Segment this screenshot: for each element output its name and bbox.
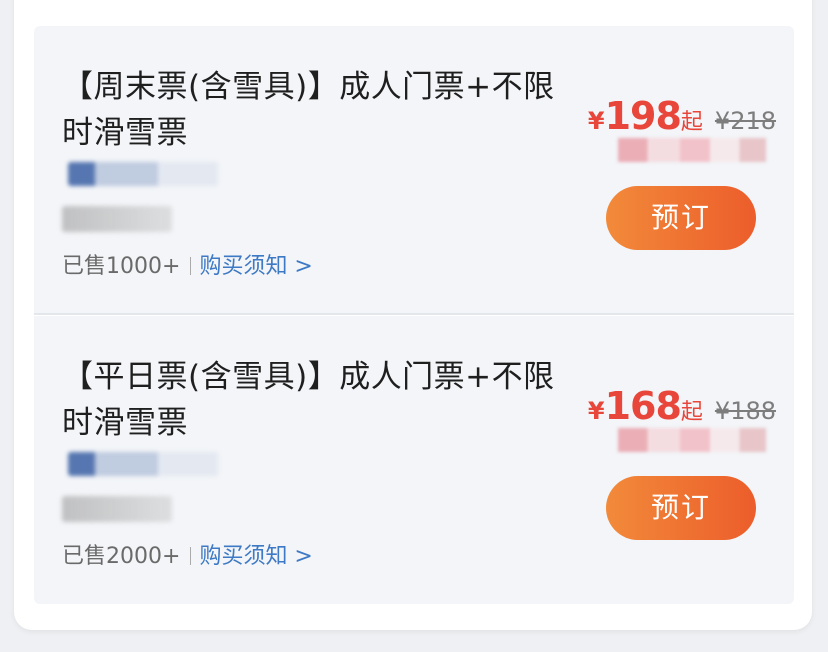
sold-count: 已售1000+ — [62, 254, 181, 279]
card-divider — [34, 313, 794, 315]
sold-info: 已售2000+ 购买须知 > — [62, 542, 313, 572]
price-amount: 198 — [604, 94, 682, 138]
purchase-notice-link[interactable]: 购买须知 > — [199, 254, 312, 279]
ticket-title: 【平日票(含雪具)】成人门票+不限时滑雪票 — [62, 359, 555, 441]
ticket-title: 【周末票(含雪具)】成人门票+不限时滑雪票 — [62, 69, 555, 151]
price-suffix: 起 — [680, 400, 703, 425]
price-amount: 168 — [604, 384, 682, 428]
blurred-discount-info — [618, 138, 766, 162]
price-block: ¥198起 ¥218 — [588, 94, 776, 138]
separator — [190, 257, 192, 275]
blurred-date-info — [68, 162, 218, 186]
sold-info: 已售1000+ 购买须知 > — [62, 252, 313, 282]
blurred-refund-info — [62, 206, 172, 232]
book-button[interactable]: 预订 — [606, 476, 756, 540]
ticket-card-weekday[interactable]: 【平日票(含雪具)】成人门票+不限时滑雪票 已售2000+ 购买须知 > ¥168… — [34, 316, 794, 604]
currency-symbol: ¥ — [587, 397, 605, 425]
blurred-date-info — [68, 452, 218, 476]
sold-count: 已售2000+ — [62, 544, 181, 569]
price-block: ¥168起 ¥188 — [588, 384, 776, 428]
ticket-card-weekend[interactable]: 【周末票(含雪具)】成人门票+不限时滑雪票 已售1000+ 购买须知 > ¥198… — [34, 26, 794, 314]
currency-symbol: ¥ — [587, 107, 605, 135]
original-price: ¥188 — [714, 397, 776, 425]
purchase-notice-link[interactable]: 购买须知 > — [199, 544, 312, 569]
price-suffix: 起 — [680, 110, 703, 135]
book-button[interactable]: 预订 — [606, 186, 756, 250]
original-price: ¥218 — [714, 107, 776, 135]
blurred-refund-info — [62, 496, 172, 522]
blurred-discount-info — [618, 428, 766, 452]
separator — [190, 547, 192, 565]
